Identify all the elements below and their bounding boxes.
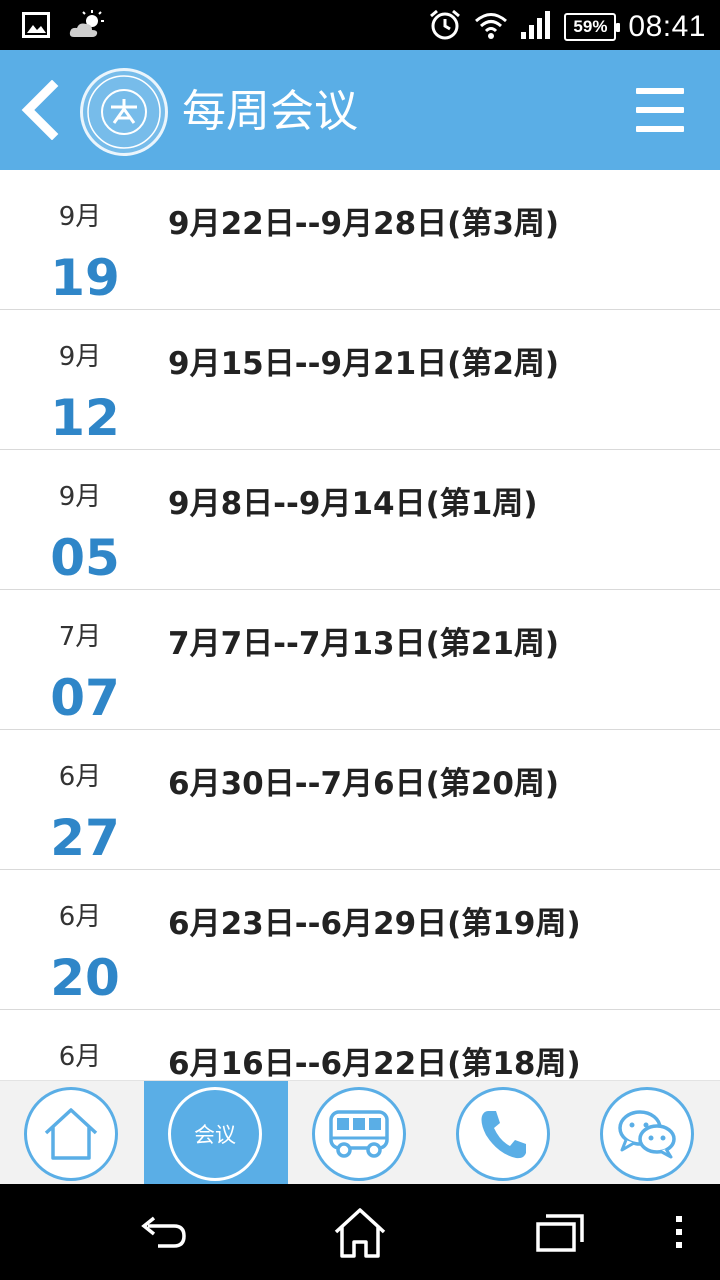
tab-chat[interactable]: [576, 1081, 720, 1185]
item-month: 9月: [58, 342, 102, 372]
item-month: 6月: [58, 902, 102, 932]
item-month: 9月: [58, 202, 102, 232]
item-month: 6月: [58, 762, 102, 792]
chat-icon: [600, 1087, 694, 1181]
page-title: 每周会议: [182, 86, 358, 137]
chevron-left-icon: [21, 79, 59, 141]
item-month: 6月: [58, 1042, 102, 1072]
status-time: 08:41: [628, 10, 706, 43]
weather-icon: [68, 10, 106, 44]
home-icon: [334, 1208, 386, 1258]
hamburger-menu-icon-bar: [636, 107, 684, 113]
overflow-menu-icon: [676, 1216, 682, 1248]
nav-recents-button[interactable]: [530, 1202, 590, 1262]
signal-icon: [520, 10, 552, 44]
item-range: 6月23日--6月29日(第19周): [168, 906, 581, 942]
university-logo: [80, 68, 168, 156]
tab-home[interactable]: [0, 1081, 144, 1185]
list-item[interactable]: 9月 12 9月15日--9月21日(第2周): [0, 310, 720, 450]
meeting-icon: 会议: [168, 1087, 262, 1181]
item-range: 7月7日--7月13日(第21周): [168, 626, 560, 662]
back-icon: [141, 1216, 186, 1248]
tab-phone[interactable]: [432, 1081, 576, 1185]
list-item[interactable]: 6月 27 6月30日--7月6日(第20周): [0, 730, 720, 870]
alarm-icon: [428, 8, 462, 46]
tab-bus[interactable]: [288, 1081, 432, 1185]
menu-button[interactable]: [636, 86, 684, 134]
bus-icon: [312, 1087, 406, 1181]
screen: 59% 08:41 每周会议 9月 19 9月22日--9月28日(第3周) 9…: [0, 0, 720, 1280]
battery-icon: 59%: [564, 13, 621, 41]
item-day: 19: [50, 249, 120, 307]
item-range: 9月15日--9月21日(第2周): [168, 346, 560, 382]
list-item[interactable]: 6月 13 6月16日--6月22日(第18周): [0, 1010, 720, 1080]
hamburger-menu-icon: [636, 88, 684, 94]
item-day: 12: [50, 389, 120, 447]
item-range: 6月30日--7月6日(第20周): [168, 766, 560, 802]
app-header: 每周会议: [0, 50, 720, 170]
item-day: 05: [50, 529, 120, 587]
recents-icon: [536, 1214, 584, 1252]
phone-icon: [456, 1087, 550, 1181]
back-button[interactable]: [18, 79, 62, 141]
status-bar: 59% 08:41: [0, 0, 720, 50]
tab-meeting[interactable]: 会议: [144, 1081, 288, 1185]
item-month: 9月: [58, 482, 102, 512]
image-icon: [22, 12, 50, 42]
hamburger-menu-icon-bar: [636, 126, 684, 132]
item-range: 6月16日--6月22日(第18周): [168, 1046, 581, 1080]
list-item[interactable]: 9月 19 9月22日--9月28日(第3周): [0, 170, 720, 310]
item-range: 9月22日--9月28日(第3周): [168, 206, 560, 242]
system-nav-bar: [0, 1184, 720, 1280]
status-right: 59% 08:41: [428, 8, 706, 46]
week-list: 9月 19 9月22日--9月28日(第3周) 9月 12 9月15日--9月2…: [0, 170, 720, 1080]
list-item[interactable]: 7月 07 7月7日--7月13日(第21周): [0, 590, 720, 730]
status-left: [22, 10, 106, 44]
item-day: 07: [50, 669, 120, 727]
bottom-tab-bar: 会议: [0, 1080, 720, 1185]
nav-home-button[interactable]: [330, 1202, 390, 1262]
item-day: 20: [50, 949, 120, 1007]
nav-overflow-button[interactable]: [650, 1202, 690, 1262]
item-range: 9月8日--9月14日(第1周): [168, 486, 538, 522]
nav-back-button[interactable]: [132, 1202, 192, 1262]
list-item[interactable]: 9月 05 9月8日--9月14日(第1周): [0, 450, 720, 590]
tab-meeting-label: 会议: [194, 1123, 236, 1147]
list-item[interactable]: 6月 20 6月23日--6月29日(第19周): [0, 870, 720, 1010]
wifi-icon: [474, 10, 508, 44]
item-day: 27: [50, 809, 120, 867]
home-icon: [24, 1087, 118, 1181]
item-month: 7月: [58, 622, 102, 652]
